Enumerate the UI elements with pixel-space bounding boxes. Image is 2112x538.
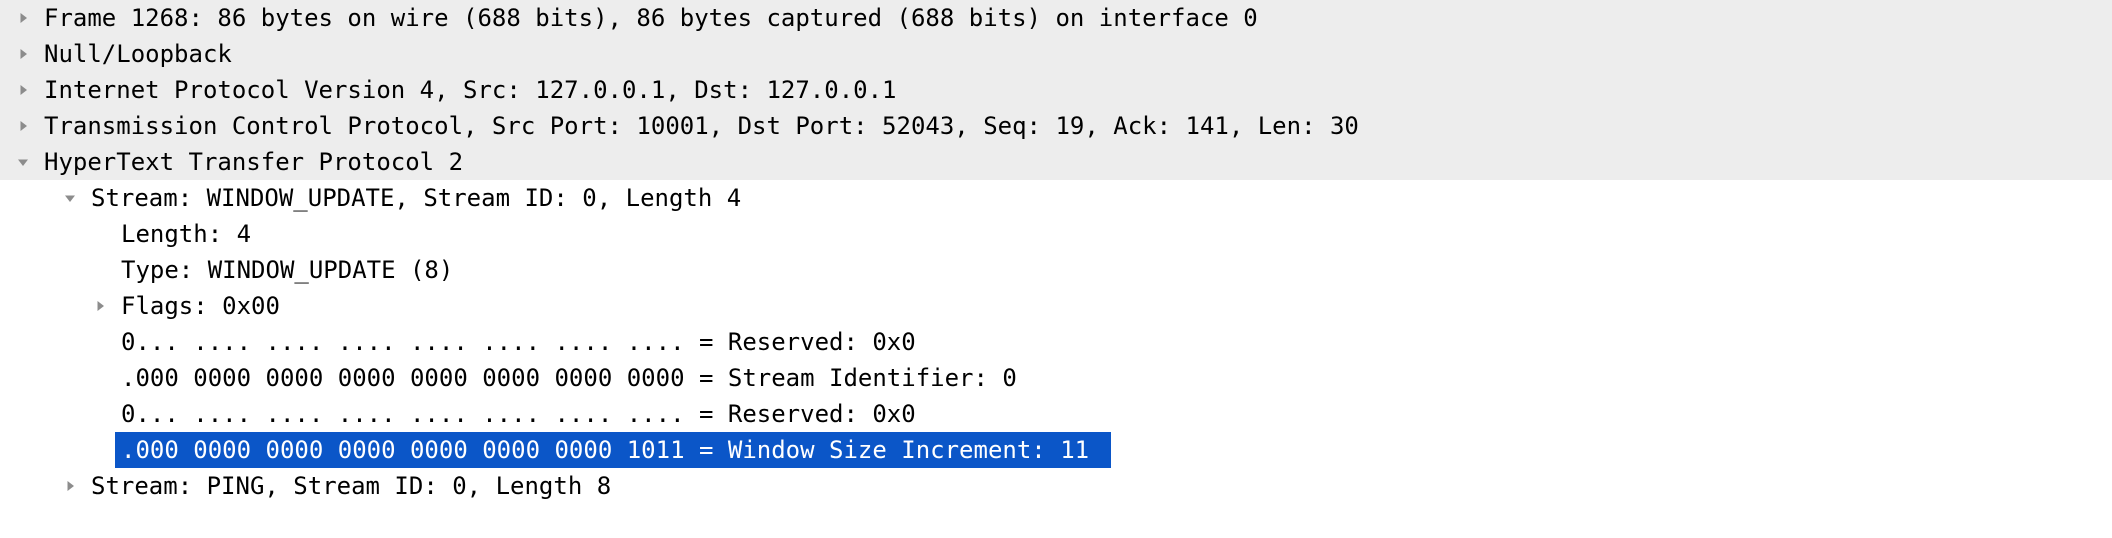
detail-row-label: .000 0000 0000 0000 0000 0000 0000 1011 … [121, 436, 1090, 464]
no-twisty-placeholder [85, 370, 115, 386]
no-twisty-placeholder [85, 262, 115, 278]
detail-row-label: Length: 4 [121, 220, 252, 248]
detail-row-label: Internet Protocol Version 4, Src: 127.0.… [44, 76, 897, 104]
detail-row-frame[interactable]: Frame 1268: 86 bytes on wire (688 bits),… [0, 0, 2112, 36]
detail-row-label: .000 0000 0000 0000 0000 0000 0000 0000 … [121, 364, 1017, 392]
detail-row-label: HyperText Transfer Protocol 2 [44, 148, 464, 176]
detail-row-label: 0... .... .... .... .... .... .... .... … [121, 328, 916, 356]
detail-row-tcp[interactable]: Transmission Control Protocol, Src Port:… [0, 108, 2112, 144]
detail-row-label: Stream: WINDOW_UPDATE, Stream ID: 0, Len… [91, 184, 742, 212]
collapsed-triangle-icon[interactable] [8, 10, 38, 26]
no-twisty-placeholder [85, 226, 115, 242]
detail-row-reserved-1[interactable]: 0... .... .... .... .... .... .... .... … [0, 324, 2112, 360]
detail-row-http2[interactable]: HyperText Transfer Protocol 2 [0, 144, 2112, 180]
collapsed-triangle-icon[interactable] [8, 46, 38, 62]
collapsed-triangle-icon[interactable] [8, 118, 38, 134]
detail-row-stream-ping[interactable]: Stream: PING, Stream ID: 0, Length 8 [0, 468, 2112, 504]
detail-row-ipv4[interactable]: Internet Protocol Version 4, Src: 127.0.… [0, 72, 2112, 108]
packet-details-pane[interactable]: Frame 1268: 86 bytes on wire (688 bits),… [0, 0, 2112, 538]
detail-row-label: Transmission Control Protocol, Src Port:… [44, 112, 1359, 140]
expanded-triangle-icon[interactable] [8, 154, 38, 170]
detail-row-flags[interactable]: Flags: 0x00 [0, 288, 2112, 324]
detail-row-label: Type: WINDOW_UPDATE (8) [121, 256, 454, 284]
detail-row-stream-identifier[interactable]: .000 0000 0000 0000 0000 0000 0000 0000 … [0, 360, 2112, 396]
detail-row-label: 0... .... .... .... .... .... .... .... … [121, 400, 916, 428]
collapsed-triangle-icon[interactable] [8, 82, 38, 98]
detail-row-label: Flags: 0x00 [121, 292, 280, 320]
detail-row-stream-window-update[interactable]: Stream: WINDOW_UPDATE, Stream ID: 0, Len… [0, 180, 2112, 216]
detail-row-label: Frame 1268: 86 bytes on wire (688 bits),… [44, 4, 1258, 32]
detail-row-label: Null/Loopback [44, 40, 232, 68]
detail-row-type[interactable]: Type: WINDOW_UPDATE (8) [0, 252, 2112, 288]
detail-row-window-size-increment[interactable]: .000 0000 0000 0000 0000 0000 0000 1011 … [0, 432, 2112, 468]
collapsed-triangle-icon[interactable] [55, 478, 85, 494]
detail-row-null-loopback[interactable]: Null/Loopback [0, 36, 2112, 72]
no-twisty-placeholder [85, 334, 115, 350]
detail-row-reserved-2[interactable]: 0... .... .... .... .... .... .... .... … [0, 396, 2112, 432]
detail-row-label: Stream: PING, Stream ID: 0, Length 8 [91, 472, 612, 500]
collapsed-triangle-icon[interactable] [85, 298, 115, 314]
no-twisty-placeholder [85, 442, 115, 458]
expanded-triangle-icon[interactable] [55, 190, 85, 206]
no-twisty-placeholder [85, 406, 115, 422]
detail-row-length[interactable]: Length: 4 [0, 216, 2112, 252]
